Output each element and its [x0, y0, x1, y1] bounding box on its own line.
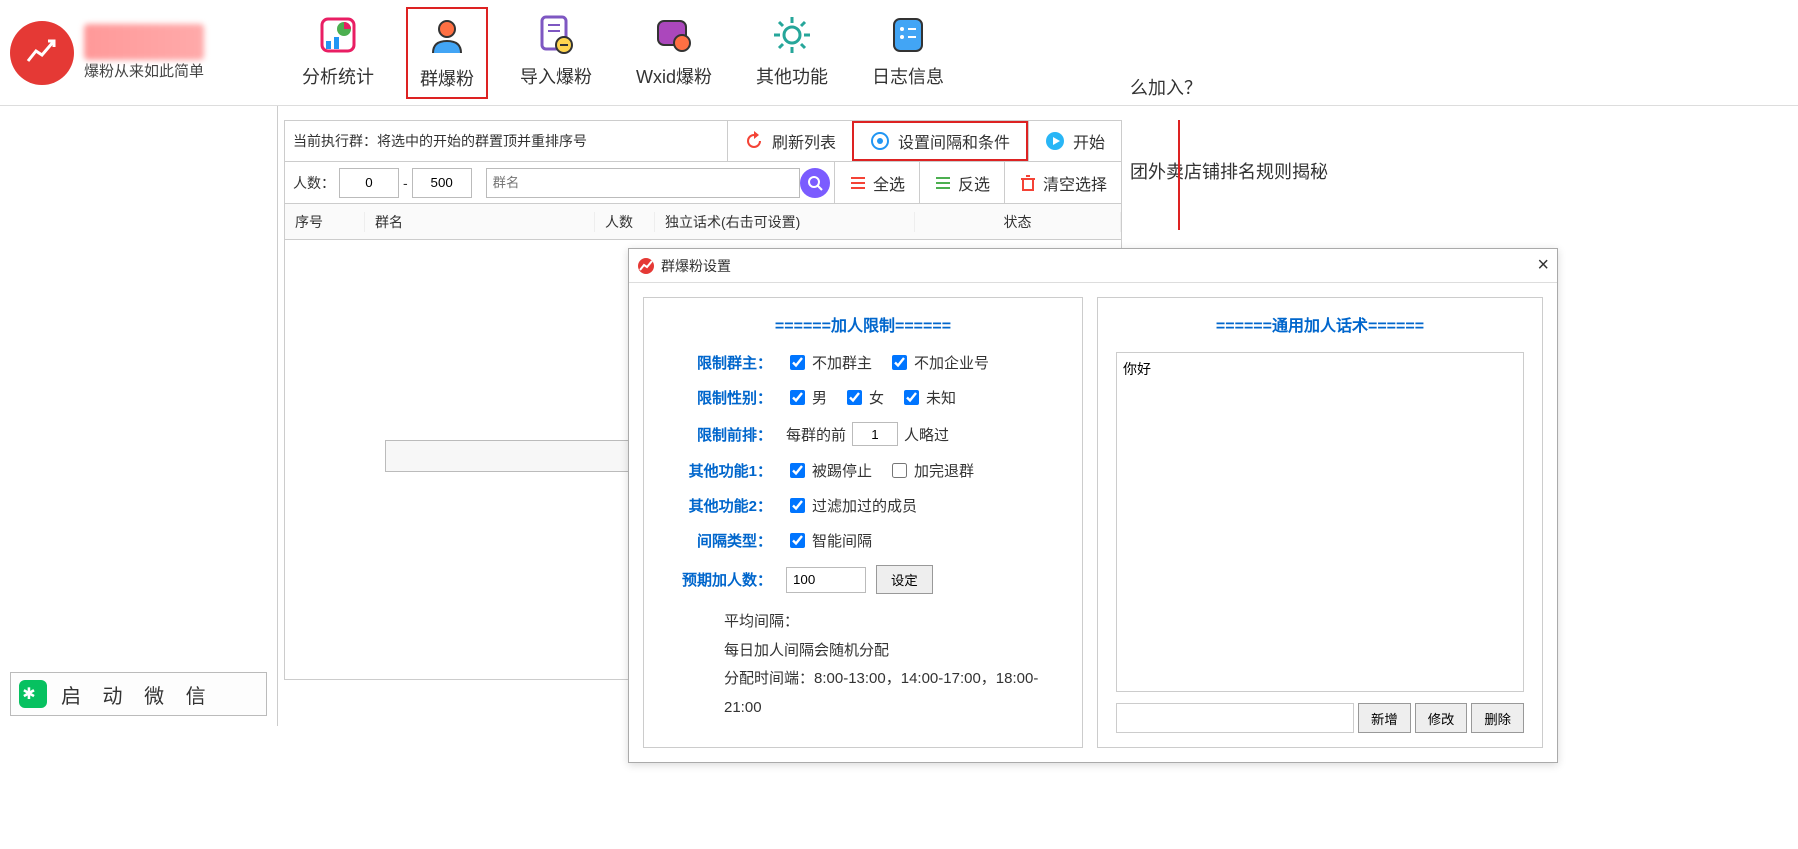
no-corp-checkbox[interactable]: 不加企业号 — [888, 352, 989, 373]
set-button[interactable]: 设定 — [876, 565, 933, 594]
bg-text-2: 团外卖店铺排名规则揭秘 — [1130, 158, 1328, 184]
other1-label: 其他功能1： — [662, 460, 772, 481]
done-leave-checkbox[interactable]: 加完退群 — [888, 460, 974, 481]
limit-gender-label: 限制性别： — [662, 387, 772, 408]
table-header: 序号 群名 人数 独立话术(右击可设置) 状态 — [284, 204, 1122, 240]
other2-label: 其他功能2： — [662, 495, 772, 516]
th-name: 群名 — [365, 212, 595, 232]
limits-title: ======加人限制====== — [662, 312, 1064, 336]
logo-subtitle: 爆粉从来如此简单 — [84, 60, 204, 81]
tool-analyze[interactable]: 分析统计 — [290, 7, 386, 99]
count-max-input[interactable] — [412, 168, 472, 198]
expect-count-input[interactable] — [786, 567, 866, 593]
dialog-titlebar: 群爆粉设置 × — [629, 249, 1557, 283]
tool-log[interactable]: 日志信息 — [860, 7, 956, 99]
script-panel: ======通用加人话术====== 你好 新增 修改 删除 — [1097, 297, 1543, 748]
select-all-button[interactable]: 全选 — [834, 162, 919, 203]
main-toolbar: 爆粉从来如此简单 分析统计 群爆粉 导入爆粉 Wxid爆粉 其他功能 日志信息 — [0, 0, 1798, 106]
th-status: 状态 — [915, 212, 1121, 232]
action-bar: 当前执行群：将选中的开始的群置顶并重排序号 刷新列表 设置间隔和条件 开始 — [284, 120, 1122, 162]
script-del-button[interactable]: 删除 — [1471, 703, 1524, 733]
search-icon[interactable] — [800, 168, 830, 198]
kicked-stop-checkbox[interactable]: 被踢停止 — [786, 460, 872, 481]
app-logo-icon — [10, 21, 74, 85]
clear-select-button[interactable]: 清空选择 — [1004, 162, 1121, 203]
refresh-list-button[interactable]: 刷新列表 — [727, 121, 852, 161]
start-wechat-button[interactable]: ✱ 启 动 微 信 — [10, 672, 267, 716]
front-skip-input[interactable] — [852, 422, 898, 446]
th-seq: 序号 — [285, 212, 365, 232]
filter-added-checkbox[interactable]: 过滤加过的成员 — [786, 495, 917, 516]
interval-label: 间隔类型： — [662, 530, 772, 551]
no-owner-checkbox[interactable]: 不加群主 — [786, 352, 872, 373]
script-input[interactable] — [1116, 703, 1354, 733]
expect-label: 预期加人数： — [662, 569, 772, 590]
left-sidebar: ✱ 启 动 微 信 — [0, 106, 278, 726]
group-name-input[interactable] — [486, 168, 800, 198]
tool-import[interactable]: 导入爆粉 — [508, 7, 604, 99]
script-add-button[interactable]: 新增 — [1358, 703, 1411, 733]
smart-interval-checkbox[interactable]: 智能间隔 — [786, 530, 872, 551]
interval-info: 平均间隔： 每日加人间隔会随机分配 分配时间端：8:00-13:00，14:00… — [724, 608, 1064, 722]
bg-text-1: 么加入？ — [1130, 74, 1202, 100]
start-button[interactable]: 开始 — [1028, 121, 1121, 161]
logo-title-blurred — [84, 24, 204, 60]
limit-front-label: 限制前排： — [662, 424, 772, 445]
script-title: ======通用加人话术====== — [1116, 312, 1524, 336]
tool-wxid[interactable]: Wxid爆粉 — [624, 7, 724, 99]
gender-male-checkbox[interactable]: 男 — [786, 387, 827, 408]
tool-other[interactable]: 其他功能 — [744, 7, 840, 99]
logo-block: 爆粉从来如此简单 — [10, 21, 270, 85]
dialog-title: 群爆粉设置 — [661, 256, 731, 276]
script-textarea[interactable]: 你好 — [1116, 352, 1524, 692]
current-group-label: 当前执行群：将选中的开始的群置顶并重排序号 — [285, 131, 595, 151]
invert-select-button[interactable]: 反选 — [919, 162, 1004, 203]
count-min-input[interactable] — [339, 168, 399, 198]
limit-owner-label: 限制群主： — [662, 352, 772, 373]
limits-panel: ======加人限制====== 限制群主： 不加群主 不加企业号 限制性别： … — [643, 297, 1083, 748]
th-count: 人数 — [595, 212, 655, 232]
th-script: 独立话术(右击可设置) — [655, 212, 915, 232]
wechat-icon: ✱ — [19, 680, 47, 708]
gender-unknown-checkbox[interactable]: 未知 — [900, 387, 956, 408]
settings-dialog: 群爆粉设置 × ======加人限制====== 限制群主： 不加群主 不加企业… — [628, 248, 1558, 763]
empty-placeholder — [385, 440, 645, 472]
gender-female-checkbox[interactable]: 女 — [843, 387, 884, 408]
count-label: 人数： — [285, 173, 335, 193]
settings-button[interactable]: 设置间隔和条件 — [852, 121, 1028, 161]
close-icon[interactable]: × — [1537, 254, 1549, 277]
filter-bar: 人数： - 全选 反选 清空选择 — [284, 162, 1122, 204]
tool-group[interactable]: 群爆粉 — [406, 7, 488, 99]
annotation-arrow — [1178, 120, 1180, 230]
script-edit-button[interactable]: 修改 — [1415, 703, 1468, 733]
